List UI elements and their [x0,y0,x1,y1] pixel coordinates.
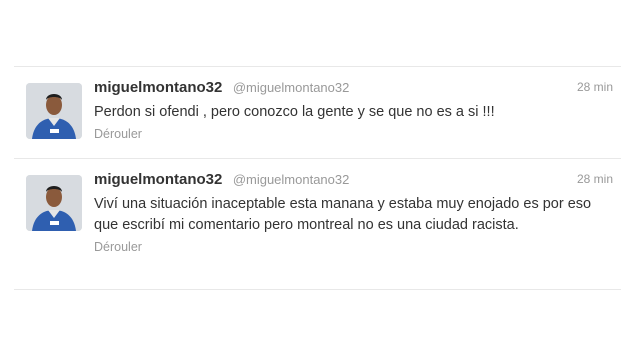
tweet-header: miguelmontano32 @miguelmontano32 28 min [94,159,613,195]
avatar-photo-icon [26,175,82,231]
expand-link[interactable]: Dérouler [94,240,613,254]
expand-link[interactable]: Dérouler [94,127,613,141]
tweet-text: Viví una situación inaceptable esta mana… [94,196,592,233]
fullname[interactable]: miguelmontano32 [94,79,222,96]
fullname[interactable]: miguelmontano32 [94,171,222,188]
tweet-item[interactable]: miguelmontano32 @miguelmontano32 28 min … [14,158,621,290]
screenname[interactable]: @miguelmontano32 [233,80,350,95]
timestamp[interactable]: 28 min [577,172,613,186]
tweet-timeline-page: miguelmontano32 @miguelmontano32 28 min … [0,0,635,357]
avatar-photo-icon [26,83,82,139]
tweet-stream: miguelmontano32 @miguelmontano32 28 min … [14,66,621,290]
avatar[interactable] [26,83,82,139]
screenname[interactable]: @miguelmontano32 [233,172,350,187]
tweet-header: miguelmontano32 @miguelmontano32 28 min [94,67,613,103]
timestamp[interactable]: 28 min [577,80,613,94]
avatar[interactable] [26,175,82,231]
tweet-item[interactable]: miguelmontano32 @miguelmontano32 28 min … [14,66,621,158]
tweet-text: Perdon si ofendi , pero conozco la gente… [94,104,495,120]
